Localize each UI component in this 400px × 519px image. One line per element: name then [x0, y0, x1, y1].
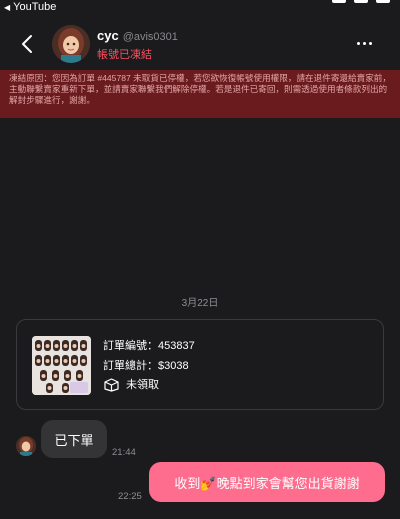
dot [369, 42, 372, 45]
back-triangle-icon: ◀ [4, 2, 11, 12]
product-collage-image [32, 336, 91, 395]
chat-header: cyc @avis0301 帳號已凍結 [0, 16, 400, 72]
more-options-button[interactable] [357, 42, 372, 45]
order-status-label: 未領取 [126, 379, 159, 391]
back-app-label: YouTube [13, 1, 57, 13]
date-separator: 3月22日 [181, 298, 219, 309]
back-button[interactable] [16, 30, 38, 58]
dot [357, 42, 360, 45]
outgoing-message-time: 22:25 [118, 491, 142, 502]
contact-name-line: cyc @avis0301 [97, 28, 178, 43]
outgoing-message-bubble[interactable]: 收到💅晚點到家會幫您出貨謝謝 [149, 462, 385, 502]
order-total: 訂單總計：$3038 [103, 360, 189, 372]
dot [363, 42, 366, 45]
chevron-left-icon [22, 35, 32, 53]
incoming-message-time: 21:44 [112, 447, 136, 458]
signal-icon [332, 0, 346, 3]
contact-name: cyc [97, 28, 119, 43]
contact-handle: @avis0301 [122, 31, 178, 43]
order-card[interactable]: 訂單編號：453837 訂單總計：$3038 未領取 [16, 319, 384, 410]
order-status: 未領取 [103, 376, 159, 392]
system-status-icons [332, 0, 390, 3]
back-to-app-link[interactable]: ◀ YouTube [4, 1, 56, 13]
order-number: 訂單編號：453837 [103, 340, 195, 352]
battery-icon [376, 0, 390, 3]
order-thumbnail [32, 336, 91, 395]
status-bar: ◀ YouTube [0, 0, 400, 16]
wifi-icon [354, 0, 368, 3]
avatar-image [16, 436, 36, 456]
suspension-banner: 凍結原因：您因為訂單 #445787 未取貨已停權，若您欲恢復帳號使用權限，請在… [0, 70, 400, 118]
incoming-message-bubble[interactable]: 已下單 [41, 420, 107, 458]
avatar[interactable] [52, 25, 90, 63]
avatar-image [52, 25, 90, 63]
package-return-icon [104, 377, 119, 392]
sender-avatar[interactable] [16, 436, 36, 456]
account-status: 帳號已凍結 [97, 49, 152, 61]
